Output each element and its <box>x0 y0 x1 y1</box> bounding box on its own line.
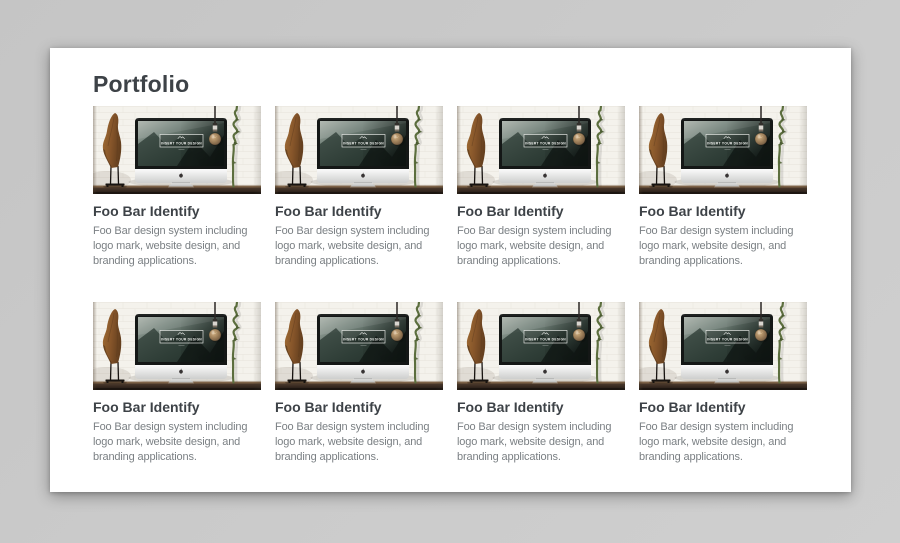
portfolio-item-description: Foo Bar design system including logo mar… <box>457 420 625 465</box>
portfolio-item[interactable]: Foo Bar Identify Foo Bar design system i… <box>275 106 443 269</box>
imac-desk-photo <box>457 106 625 194</box>
imac-desk-photo <box>275 302 443 390</box>
portfolio-item-title: Foo Bar Identify <box>639 399 807 415</box>
portfolio-item[interactable]: Foo Bar Identify Foo Bar design system i… <box>93 106 261 269</box>
portfolio-panel: Portfolio Foo Bar Identify Foo Bar desig… <box>50 48 851 492</box>
portfolio-thumbnail <box>457 106 625 194</box>
portfolio-item-description: Foo Bar design system including logo mar… <box>639 224 807 269</box>
portfolio-item-title: Foo Bar Identify <box>93 399 261 415</box>
imac-desk-photo <box>639 302 807 390</box>
portfolio-item-title: Foo Bar Identify <box>93 203 261 219</box>
portfolio-item-description: Foo Bar design system including logo mar… <box>457 224 625 269</box>
portfolio-item-description: Foo Bar design system including logo mar… <box>275 420 443 465</box>
imac-desk-photo <box>93 106 261 194</box>
portfolio-item-title: Foo Bar Identify <box>457 399 625 415</box>
portfolio-item[interactable]: Foo Bar Identify Foo Bar design system i… <box>275 302 443 465</box>
portfolio-thumbnail <box>275 106 443 194</box>
portfolio-item-title: Foo Bar Identify <box>275 399 443 415</box>
portfolio-item-title: Foo Bar Identify <box>639 203 807 219</box>
portfolio-thumbnail <box>639 302 807 390</box>
portfolio-item-description: Foo Bar design system including logo mar… <box>93 420 261 465</box>
imac-desk-photo <box>275 106 443 194</box>
portfolio-grid: Foo Bar Identify Foo Bar design system i… <box>93 106 807 465</box>
portfolio-item-description: Foo Bar design system including logo mar… <box>93 224 261 269</box>
portfolio-thumbnail <box>275 302 443 390</box>
imac-desk-photo <box>639 106 807 194</box>
portfolio-item-title: Foo Bar Identify <box>457 203 625 219</box>
imac-desk-photo <box>457 302 625 390</box>
portfolio-item[interactable]: Foo Bar Identify Foo Bar design system i… <box>93 302 261 465</box>
portfolio-thumbnail <box>457 302 625 390</box>
page-title: Portfolio <box>93 72 807 97</box>
portfolio-item[interactable]: Foo Bar Identify Foo Bar design system i… <box>639 302 807 465</box>
portfolio-thumbnail <box>93 106 261 194</box>
portfolio-thumbnail <box>93 302 261 390</box>
portfolio-item-description: Foo Bar design system including logo mar… <box>275 224 443 269</box>
portfolio-item[interactable]: Foo Bar Identify Foo Bar design system i… <box>639 106 807 269</box>
portfolio-item-title: Foo Bar Identify <box>275 203 443 219</box>
portfolio-item[interactable]: Foo Bar Identify Foo Bar design system i… <box>457 106 625 269</box>
portfolio-thumbnail <box>639 106 807 194</box>
portfolio-item-description: Foo Bar design system including logo mar… <box>639 420 807 465</box>
imac-desk-photo <box>93 302 261 390</box>
portfolio-item[interactable]: Foo Bar Identify Foo Bar design system i… <box>457 302 625 465</box>
